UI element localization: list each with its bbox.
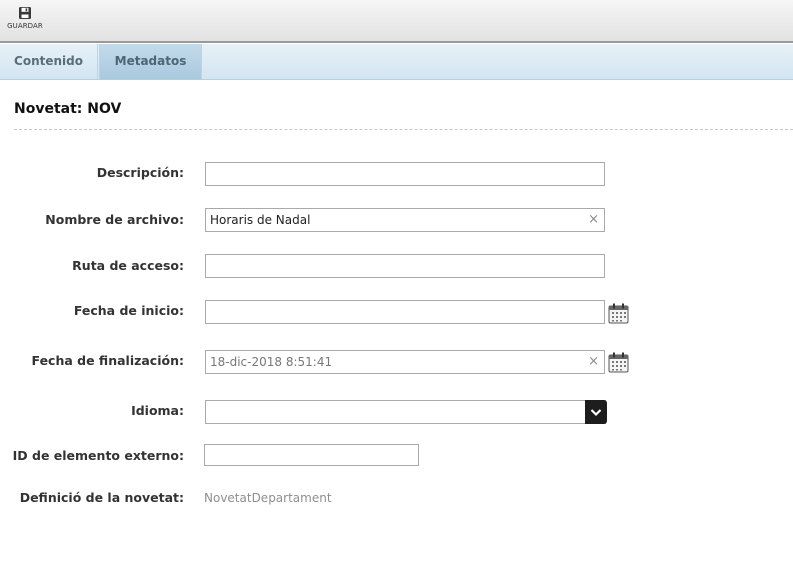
tab-metadatos[interactable]: Metadatos	[99, 44, 202, 79]
fecha-finalizacion-value: 18-dic-2018 8:51:41	[210, 355, 333, 369]
nombre-archivo-value: Horaris de Nadal	[210, 213, 311, 227]
descripcion-label: Descripción:	[96, 165, 184, 180]
id-externo-input[interactable]	[204, 444, 419, 466]
idioma-select[interactable]	[205, 400, 607, 424]
ruta-acceso-input[interactable]	[205, 254, 605, 278]
toolbar: GUARDAR	[0, 0, 793, 43]
idioma-label: Idioma:	[131, 403, 184, 418]
tab-contenido[interactable]: Contenido	[0, 44, 98, 79]
nombre-archivo-label: Nombre de archivo:	[45, 212, 184, 227]
ruta-acceso-label: Ruta de acceso:	[72, 258, 184, 273]
title-separator	[14, 129, 793, 130]
clear-icon[interactable]: ×	[588, 209, 599, 231]
floppy-disk-icon	[19, 7, 31, 19]
id-externo-label: ID de elemento externo:	[12, 448, 184, 463]
definicio-value: NovetatDepartament	[204, 491, 332, 505]
fecha-finalizacion-label: Fecha de finalización:	[31, 353, 184, 368]
definicio-label: Definició de la novetat:	[19, 490, 184, 505]
tab-bar: Contenido Metadatos	[0, 44, 793, 80]
descripcion-input[interactable]	[205, 162, 605, 186]
fecha-inicio-label: Fecha de inicio:	[73, 303, 184, 318]
clear-icon[interactable]: ×	[588, 351, 599, 373]
save-label: GUARDAR	[7, 22, 43, 30]
fecha-finalizacion-input[interactable]: 18-dic-2018 8:51:41 ×	[205, 350, 605, 374]
chevron-down-icon	[590, 409, 602, 417]
fecha-inicio-input[interactable]	[205, 300, 605, 324]
dropdown-button[interactable]	[585, 400, 607, 424]
calendar-icon[interactable]	[608, 352, 629, 373]
save-button[interactable]: GUARDAR	[6, 4, 44, 36]
calendar-icon[interactable]	[608, 303, 629, 324]
nombre-archivo-input[interactable]: Horaris de Nadal ×	[205, 208, 605, 232]
page-title: Novetat: NOV	[14, 101, 122, 117]
